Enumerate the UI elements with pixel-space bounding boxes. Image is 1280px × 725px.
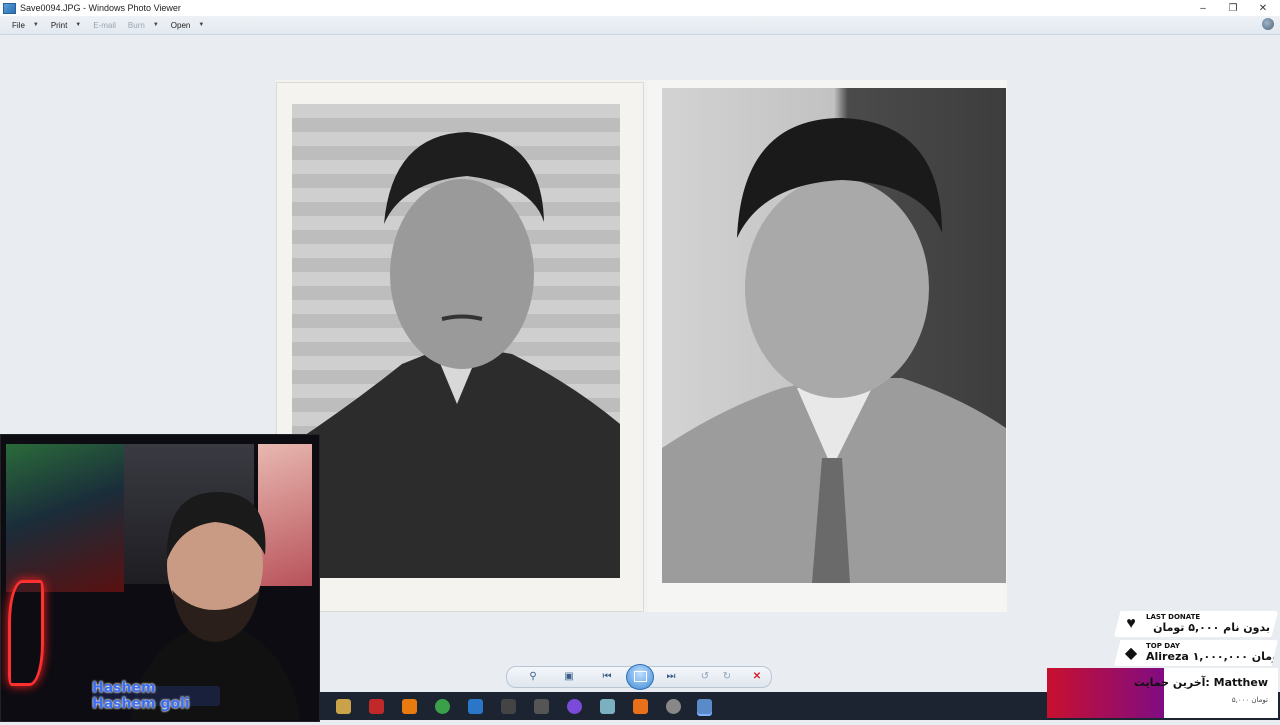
- taskbar-obs-icon[interactable]: [534, 699, 549, 714]
- magnifier-icon: ⚲: [529, 670, 537, 682]
- rotate-counterclockwise-button[interactable]: ↺: [696, 668, 714, 684]
- next-icon: ⏭: [666, 670, 676, 682]
- menu-burn: Burn ▼: [128, 21, 159, 30]
- help-icon[interactable]: [1262, 18, 1274, 30]
- neon-light: [8, 580, 44, 686]
- taskbar-h-app-icon[interactable]: [501, 699, 516, 714]
- joker-poster: [6, 444, 124, 592]
- menu-file[interactable]: File ▼: [12, 21, 39, 30]
- last-donate-value: بدون نام ۵,۰۰۰ تومان: [1153, 621, 1270, 634]
- top-day-widget: ◆ TOP DAY Alireza ۱,۰۰۰,۰۰۰ تومان: [1114, 640, 1278, 666]
- restored-portrait-figure: [662, 118, 1006, 583]
- minimize-button[interactable]: –: [1188, 0, 1218, 16]
- menu-open[interactable]: Open ▼: [171, 21, 205, 30]
- taskbar-vlc-icon[interactable]: [402, 699, 417, 714]
- taskbar-app-red-icon[interactable]: [369, 699, 384, 714]
- taskbar-browser-icon[interactable]: [435, 699, 450, 714]
- viewer-toolbar: ⚲ ▣ ⏮ ⏭ ↺ ↻ ✕: [500, 664, 780, 690]
- menu-email-label: E-mail: [93, 20, 116, 30]
- taskbar-notes-icon[interactable]: [600, 699, 615, 714]
- diamond-icon: ◆: [1124, 645, 1138, 662]
- menu-print-label: Print: [50, 20, 68, 30]
- taskbar-illustrator-icon[interactable]: [633, 699, 648, 714]
- zoom-button[interactable]: ⚲: [524, 668, 542, 684]
- chevron-down-icon: ▼: [152, 22, 159, 28]
- last-donate-label: LAST DONATE: [1146, 613, 1201, 621]
- title-bar: Save0094.JPG - Windows Photo Viewer – ❐ …: [0, 0, 1280, 16]
- photo-viewer-app-icon: [3, 2, 16, 14]
- slideshow-icon: [634, 671, 647, 682]
- last-donate-widget: ♥ LAST DONATE بدون نام ۵,۰۰۰ تومان: [1114, 611, 1278, 637]
- top-day-label: TOP DAY: [1146, 642, 1180, 650]
- delete-icon: ✕: [752, 670, 762, 682]
- taskbar-chat-icon[interactable]: [567, 699, 582, 714]
- previous-icon: ⏮: [602, 670, 612, 682]
- heart-icon: ♥: [1126, 615, 1136, 632]
- latest-support-amount: ۵,۰۰۰ تومان: [1231, 696, 1268, 704]
- taskbar-photo-viewer-icon[interactable]: [697, 699, 712, 714]
- menu-print[interactable]: Print ▼: [51, 21, 81, 30]
- rotate-cw-icon: ↻: [722, 670, 732, 682]
- latest-support-text: آخرین حمایت: Matthew: [1133, 676, 1268, 689]
- menu-file-label: File: [12, 20, 25, 30]
- top-day-value: Alireza ۱,۰۰۰,۰۰۰ تومان: [1146, 650, 1278, 663]
- rotate-ccw-icon: ↺: [700, 670, 710, 682]
- window-title: Save0094.JPG - Windows Photo Viewer: [20, 3, 181, 13]
- delete-button[interactable]: ✕: [748, 668, 766, 684]
- menu-email: E-mail: [93, 21, 116, 30]
- next-button[interactable]: ⏭: [662, 668, 680, 684]
- fit-window-icon: ▣: [564, 670, 574, 682]
- restored-portrait-photo: [662, 88, 1006, 583]
- menu-open-label: Open: [170, 20, 191, 30]
- chevron-down-icon: ▼: [198, 22, 205, 28]
- taskbar-vegas-icon[interactable]: [468, 699, 483, 714]
- close-button[interactable]: ✕: [1248, 0, 1278, 16]
- command-bar: File ▼ Print ▼ E-mail Burn ▼ Open ▼: [0, 16, 1280, 35]
- chevron-down-icon: ▼: [75, 22, 82, 28]
- streamer-name-tag: Hashem Hashem goli: [92, 680, 220, 712]
- actual-size-button[interactable]: ▣: [560, 668, 578, 684]
- chevron-down-icon: ▼: [32, 22, 39, 28]
- maximize-button[interactable]: ❐: [1218, 0, 1248, 16]
- menu-burn-label: Burn: [127, 20, 145, 30]
- rotate-clockwise-button[interactable]: ↻: [718, 668, 736, 684]
- slideshow-button[interactable]: [626, 664, 654, 690]
- old-portrait-photo: [292, 104, 620, 578]
- old-portrait-figure: [292, 132, 620, 578]
- taskbar-media-player-icon[interactable]: [336, 699, 351, 714]
- previous-button[interactable]: ⏮: [598, 668, 616, 684]
- taskbar-generic-icon[interactable]: [666, 699, 681, 714]
